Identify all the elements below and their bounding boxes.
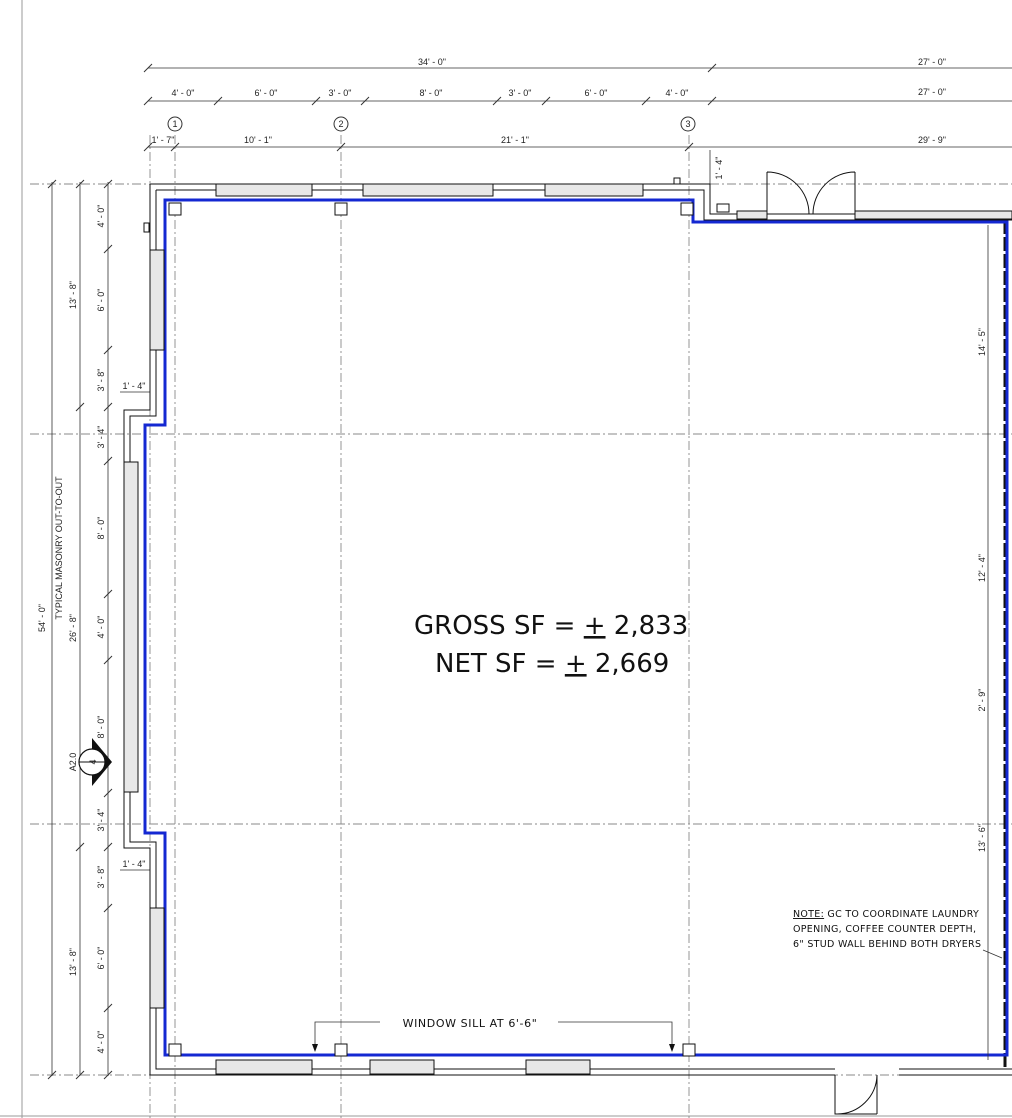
window xyxy=(123,461,139,793)
top-segment-dimension: 4' - 0" xyxy=(172,88,195,98)
right-dimension: 2' - 9" xyxy=(977,689,987,712)
column xyxy=(682,1043,696,1057)
corner-jog-dimension: 1' - 4" xyxy=(714,157,724,180)
floor-plan-drawing: 34' - 0" 27' - 0" 27' - 0" 29' - 9" 4' -… xyxy=(0,0,1012,1118)
plus-minus-sign: + xyxy=(565,649,587,679)
grid-bubble-label: 3 xyxy=(685,119,690,129)
entry-door xyxy=(766,171,810,215)
top-right-dimension-1: 27' - 0" xyxy=(918,57,946,67)
area-label: GROSS SF = + 2,833 NET SF = + 2,669 xyxy=(414,611,688,679)
right-dimension: 14' - 5" xyxy=(977,328,987,356)
left-segment-dimension: 3' - 4" xyxy=(96,809,106,832)
left-overall-dimension: 54' - 0" xyxy=(37,604,47,632)
top-segment-dimension: 6' - 0" xyxy=(585,88,608,98)
gross-sf-line: GROSS SF = + 2,833 xyxy=(414,611,688,641)
note-line-1-text: GC TO COORDINATE LAUNDRY xyxy=(824,909,979,920)
left-segment-dimension: 8' - 0" xyxy=(96,716,106,739)
window xyxy=(149,907,165,1009)
left-segment-dimension: 4' - 0" xyxy=(96,616,106,639)
grid-offset-dimension: 1' - 7" xyxy=(152,135,175,145)
entry-door xyxy=(812,171,856,215)
right-dimension: 13' - 6" xyxy=(977,824,987,852)
note-prefix: NOTE: xyxy=(793,909,824,920)
gross-sf-value: 2,833 xyxy=(614,611,688,641)
window xyxy=(149,249,165,351)
top-segment-dimension: 8' - 0" xyxy=(420,88,443,98)
note-line-2: OPENING, COFFEE COUNTER DEPTH, xyxy=(793,924,976,935)
window-sill-callout: WINDOW SILL AT 6'-6" xyxy=(312,1017,675,1052)
column xyxy=(143,222,150,233)
grid-bubble-label: 2 xyxy=(338,119,343,129)
window xyxy=(854,210,1012,220)
left-segment-dimension: 6' - 0" xyxy=(96,947,106,970)
grid-bubbles: 1 2 3 xyxy=(167,116,696,132)
window xyxy=(736,210,768,220)
note-line-3: 6" STUD WALL BEHIND BOTH DRYERS xyxy=(793,939,981,950)
left-overall-note: TYPICAL MASONRY OUT-TO-OUT xyxy=(54,476,64,620)
column xyxy=(334,1043,348,1057)
left-total-dimension: 13' - 8" xyxy=(68,281,78,309)
top-dimension-strings: 34' - 0" 27' - 0" 27' - 0" 29' - 9" 4' -… xyxy=(143,57,1012,186)
left-segment-dimension: 3' - 8" xyxy=(96,866,106,889)
left-jog-dimension: 1' - 4" xyxy=(123,381,146,391)
left-jog-dimension: 1' - 4" xyxy=(123,859,146,869)
right-dimension: 12' - 4" xyxy=(977,554,987,582)
window xyxy=(544,183,644,197)
plus-minus-sign: + xyxy=(584,611,606,641)
left-segment-dimension: 6' - 0" xyxy=(96,289,106,312)
column xyxy=(334,202,348,216)
left-segment-dimension: 3' - 8" xyxy=(96,369,106,392)
gross-sf-label: GROSS SF = xyxy=(414,611,575,641)
left-total-dimension: 13' - 8" xyxy=(68,948,78,976)
doors xyxy=(766,171,878,1115)
column xyxy=(673,177,681,185)
right-dimension-strings: 14' - 5" 12' - 4" 2' - 9" 13' - 6" xyxy=(977,225,989,1060)
column xyxy=(716,203,730,213)
left-segment-dimension: 8' - 0" xyxy=(96,517,106,540)
net-sf-line: NET SF = + 2,669 xyxy=(435,649,669,679)
section-marker: 4 A2.0 xyxy=(68,738,112,786)
section-marker-sheet: A2.0 xyxy=(68,753,78,772)
window-sill-label: WINDOW SILL AT 6'-6" xyxy=(403,1017,538,1030)
window xyxy=(362,183,494,197)
top-segment-dimension: 3' - 0" xyxy=(329,88,352,98)
top-segment-dimension: 6' - 0" xyxy=(255,88,278,98)
window xyxy=(369,1059,435,1075)
top-segment-dimension: 3' - 0" xyxy=(509,88,532,98)
top-segment-dimension: 4' - 0" xyxy=(666,88,689,98)
laundry-note: NOTE: GC TO COORDINATE LAUNDRY OPENING, … xyxy=(793,909,1003,959)
grid-offset-dimension: 10' - 1" xyxy=(244,135,272,145)
grid-bubble-label: 1 xyxy=(172,119,177,129)
column xyxy=(168,202,182,216)
top-overall-dimension: 34' - 0" xyxy=(418,57,446,67)
grid-offset-dimension: 21' - 1" xyxy=(501,135,529,145)
top-right-dimension-2: 27' - 0" xyxy=(918,87,946,97)
exit-door xyxy=(834,1074,878,1115)
note-line-1: NOTE: GC TO COORDINATE LAUNDRY xyxy=(793,909,979,920)
left-segment-dimension: 4' - 0" xyxy=(96,205,106,228)
left-segment-dimension: 4' - 0" xyxy=(96,1031,106,1054)
left-segment-dimension: 3' - 4" xyxy=(96,426,106,449)
net-sf-value: 2,669 xyxy=(595,649,669,679)
window xyxy=(215,183,313,197)
window xyxy=(525,1059,591,1075)
window xyxy=(215,1059,313,1075)
top-right-dimension-3: 29' - 9" xyxy=(918,135,946,145)
left-total-dimension: 26' - 8" xyxy=(68,614,78,642)
net-sf-label: NET SF = xyxy=(435,649,557,679)
section-marker-number: 4 xyxy=(88,759,98,764)
column xyxy=(680,202,694,216)
column xyxy=(168,1043,182,1057)
